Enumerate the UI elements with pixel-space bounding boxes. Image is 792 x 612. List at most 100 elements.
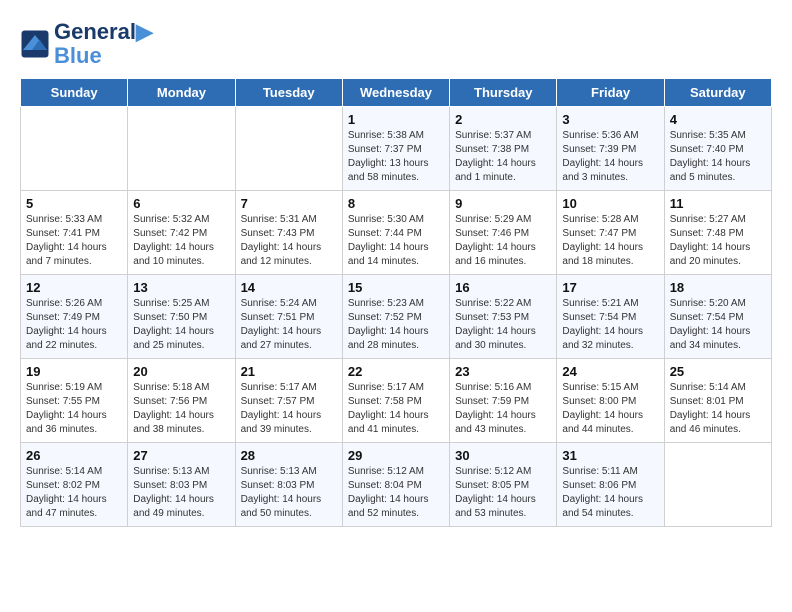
logo: General▶ Blue bbox=[20, 20, 153, 68]
calendar-cell: 11 Sunrise: 5:27 AMSunset: 7:48 PMDayligh… bbox=[664, 191, 771, 275]
calendar-cell: 28 Sunrise: 5:13 AMSunset: 8:03 PMDayligh… bbox=[235, 443, 342, 527]
day-number: 23 bbox=[455, 364, 551, 379]
header-saturday: Saturday bbox=[664, 79, 771, 107]
day-number: 29 bbox=[348, 448, 444, 463]
day-info: Sunrise: 5:14 AMSunset: 8:02 PMDaylight:… bbox=[26, 465, 122, 521]
calendar-week-row: 19 Sunrise: 5:19 AMSunset: 7:55 PMDayligh… bbox=[21, 359, 772, 443]
day-info: Sunrise: 5:37 AMSunset: 7:38 PMDaylight:… bbox=[455, 129, 551, 185]
day-info: Sunrise: 5:38 AMSunset: 7:37 PMDaylight:… bbox=[348, 129, 444, 185]
day-info: Sunrise: 5:15 AMSunset: 8:00 PMDaylight:… bbox=[562, 381, 658, 437]
header-monday: Monday bbox=[128, 79, 235, 107]
calendar-cell: 14Sunrise: 5:24 AMSunset: 7:51 PMDayligh… bbox=[235, 275, 342, 359]
day-info: Sunrise: 5:17 AMSunset: 7:58 PMDaylight:… bbox=[348, 381, 444, 437]
header-sunday: Sunday bbox=[21, 79, 128, 107]
header-tuesday: Tuesday bbox=[235, 79, 342, 107]
day-info: Sunrise: 5:13 AMSunset: 8:03 PMDaylight:… bbox=[241, 465, 337, 521]
day-number: 31 bbox=[562, 448, 658, 463]
calendar-cell: 6 Sunrise: 5:32 AMSunset: 7:42 PMDaylight… bbox=[128, 191, 235, 275]
day-info: Sunrise: 5:30 AMSunset: 7:44 PMDaylight:… bbox=[348, 213, 444, 269]
calendar-cell: 10Sunrise: 5:28 AMSunset: 7:47 PMDayligh… bbox=[557, 191, 664, 275]
calendar-cell: 15 Sunrise: 5:23 AMSunset: 7:52 PMDayligh… bbox=[342, 275, 449, 359]
day-info: Sunrise: 5:18 AMSunset: 7:56 PMDaylight:… bbox=[133, 381, 229, 437]
day-number: 24 bbox=[562, 364, 658, 379]
calendar-cell: 12 Sunrise: 5:26 AMSunset: 7:49 PMDayligh… bbox=[21, 275, 128, 359]
calendar-cell: 3 Sunrise: 5:36 AMSunset: 7:39 PMDaylight… bbox=[557, 107, 664, 191]
day-info: Sunrise: 5:21 AMSunset: 7:54 PMDaylight:… bbox=[562, 297, 658, 353]
calendar-cell: 27 Sunrise: 5:13 AMSunset: 8:03 PMDayligh… bbox=[128, 443, 235, 527]
calendar-cell: 22 Sunrise: 5:17 AMSunset: 7:58 PMDayligh… bbox=[342, 359, 449, 443]
day-info: Sunrise: 5:32 AMSunset: 7:42 PMDaylight:… bbox=[133, 213, 229, 269]
calendar-cell bbox=[21, 107, 128, 191]
day-info: Sunrise: 5:27 AMSunset: 7:48 PMDaylight:… bbox=[670, 213, 766, 269]
calendar-header-row: SundayMondayTuesdayWednesdayThursdayFrid… bbox=[21, 79, 772, 107]
day-info: Sunrise: 5:26 AMSunset: 7:49 PMDaylight:… bbox=[26, 297, 122, 353]
calendar-cell: 1 Sunrise: 5:38 AMSunset: 7:37 PMDaylight… bbox=[342, 107, 449, 191]
calendar-cell: 8 Sunrise: 5:30 AMSunset: 7:44 PMDaylight… bbox=[342, 191, 449, 275]
day-number: 9 bbox=[455, 196, 551, 211]
header-friday: Friday bbox=[557, 79, 664, 107]
calendar-cell: 25Sunrise: 5:14 AMSunset: 8:01 PMDayligh… bbox=[664, 359, 771, 443]
calendar-cell: 4 Sunrise: 5:35 AMSunset: 7:40 PMDaylight… bbox=[664, 107, 771, 191]
day-number: 3 bbox=[562, 112, 658, 127]
day-number: 10 bbox=[562, 196, 658, 211]
calendar-week-row: 12 Sunrise: 5:26 AMSunset: 7:49 PMDayligh… bbox=[21, 275, 772, 359]
calendar-cell: 31 Sunrise: 5:11 AMSunset: 8:06 PMDayligh… bbox=[557, 443, 664, 527]
day-info: Sunrise: 5:20 AMSunset: 7:54 PMDaylight:… bbox=[670, 297, 766, 353]
day-number: 17 bbox=[562, 280, 658, 295]
calendar-table: SundayMondayTuesdayWednesdayThursdayFrid… bbox=[20, 78, 772, 527]
calendar-cell: 29 Sunrise: 5:12 AMSunset: 8:04 PMDayligh… bbox=[342, 443, 449, 527]
calendar-cell: 17 Sunrise: 5:21 AMSunset: 7:54 PMDayligh… bbox=[557, 275, 664, 359]
day-number: 28 bbox=[241, 448, 337, 463]
calendar-cell: 23 Sunrise: 5:16 AMSunset: 7:59 PMDayligh… bbox=[450, 359, 557, 443]
day-number: 5 bbox=[26, 196, 122, 211]
calendar-cell: 2Sunrise: 5:37 AMSunset: 7:38 PMDaylight… bbox=[450, 107, 557, 191]
day-info: Sunrise: 5:17 AMSunset: 7:57 PMDaylight:… bbox=[241, 381, 337, 437]
day-info: Sunrise: 5:35 AMSunset: 7:40 PMDaylight:… bbox=[670, 129, 766, 185]
day-number: 18 bbox=[670, 280, 766, 295]
day-info: Sunrise: 5:12 AMSunset: 8:05 PMDaylight:… bbox=[455, 465, 551, 521]
calendar-cell: 24 Sunrise: 5:15 AMSunset: 8:00 PMDayligh… bbox=[557, 359, 664, 443]
day-number: 13 bbox=[133, 280, 229, 295]
day-number: 22 bbox=[348, 364, 444, 379]
calendar-cell bbox=[235, 107, 342, 191]
day-number: 27 bbox=[133, 448, 229, 463]
day-number: 11 bbox=[670, 196, 766, 211]
day-info: Sunrise: 5:12 AMSunset: 8:04 PMDaylight:… bbox=[348, 465, 444, 521]
logo-icon bbox=[20, 29, 50, 59]
day-number: 20 bbox=[133, 364, 229, 379]
calendar-cell: 9 Sunrise: 5:29 AMSunset: 7:46 PMDaylight… bbox=[450, 191, 557, 275]
day-info: Sunrise: 5:31 AMSunset: 7:43 PMDaylight:… bbox=[241, 213, 337, 269]
calendar-cell: 26 Sunrise: 5:14 AMSunset: 8:02 PMDayligh… bbox=[21, 443, 128, 527]
day-number: 8 bbox=[348, 196, 444, 211]
day-number: 15 bbox=[348, 280, 444, 295]
day-number: 4 bbox=[670, 112, 766, 127]
day-info: Sunrise: 5:13 AMSunset: 8:03 PMDaylight:… bbox=[133, 465, 229, 521]
day-number: 25 bbox=[670, 364, 766, 379]
calendar-week-row: 1 Sunrise: 5:38 AMSunset: 7:37 PMDaylight… bbox=[21, 107, 772, 191]
day-number: 26 bbox=[26, 448, 122, 463]
day-number: 21 bbox=[241, 364, 337, 379]
day-number: 19 bbox=[26, 364, 122, 379]
day-info: Sunrise: 5:33 AMSunset: 7:41 PMDaylight:… bbox=[26, 213, 122, 269]
day-info: Sunrise: 5:36 AMSunset: 7:39 PMDaylight:… bbox=[562, 129, 658, 185]
calendar-cell: 16Sunrise: 5:22 AMSunset: 7:53 PMDayligh… bbox=[450, 275, 557, 359]
day-number: 1 bbox=[348, 112, 444, 127]
day-number: 12 bbox=[26, 280, 122, 295]
calendar-week-row: 26 Sunrise: 5:14 AMSunset: 8:02 PMDayligh… bbox=[21, 443, 772, 527]
day-info: Sunrise: 5:11 AMSunset: 8:06 PMDaylight:… bbox=[562, 465, 658, 521]
calendar-cell: 20 Sunrise: 5:18 AMSunset: 7:56 PMDayligh… bbox=[128, 359, 235, 443]
day-info: Sunrise: 5:24 AMSunset: 7:51 PMDaylight:… bbox=[241, 297, 337, 353]
day-number: 6 bbox=[133, 196, 229, 211]
header-wednesday: Wednesday bbox=[342, 79, 449, 107]
day-number: 30 bbox=[455, 448, 551, 463]
day-info: Sunrise: 5:19 AMSunset: 7:55 PMDaylight:… bbox=[26, 381, 122, 437]
calendar-cell: 19 Sunrise: 5:19 AMSunset: 7:55 PMDayligh… bbox=[21, 359, 128, 443]
day-number: 16 bbox=[455, 280, 551, 295]
calendar-cell: 21 Sunrise: 5:17 AMSunset: 7:57 PMDayligh… bbox=[235, 359, 342, 443]
calendar-cell bbox=[128, 107, 235, 191]
day-info: Sunrise: 5:29 AMSunset: 7:46 PMDaylight:… bbox=[455, 213, 551, 269]
day-info: Sunrise: 5:23 AMSunset: 7:52 PMDaylight:… bbox=[348, 297, 444, 353]
day-info: Sunrise: 5:16 AMSunset: 7:59 PMDaylight:… bbox=[455, 381, 551, 437]
calendar-cell: 5 Sunrise: 5:33 AMSunset: 7:41 PMDaylight… bbox=[21, 191, 128, 275]
calendar-cell: 13Sunrise: 5:25 AMSunset: 7:50 PMDayligh… bbox=[128, 275, 235, 359]
